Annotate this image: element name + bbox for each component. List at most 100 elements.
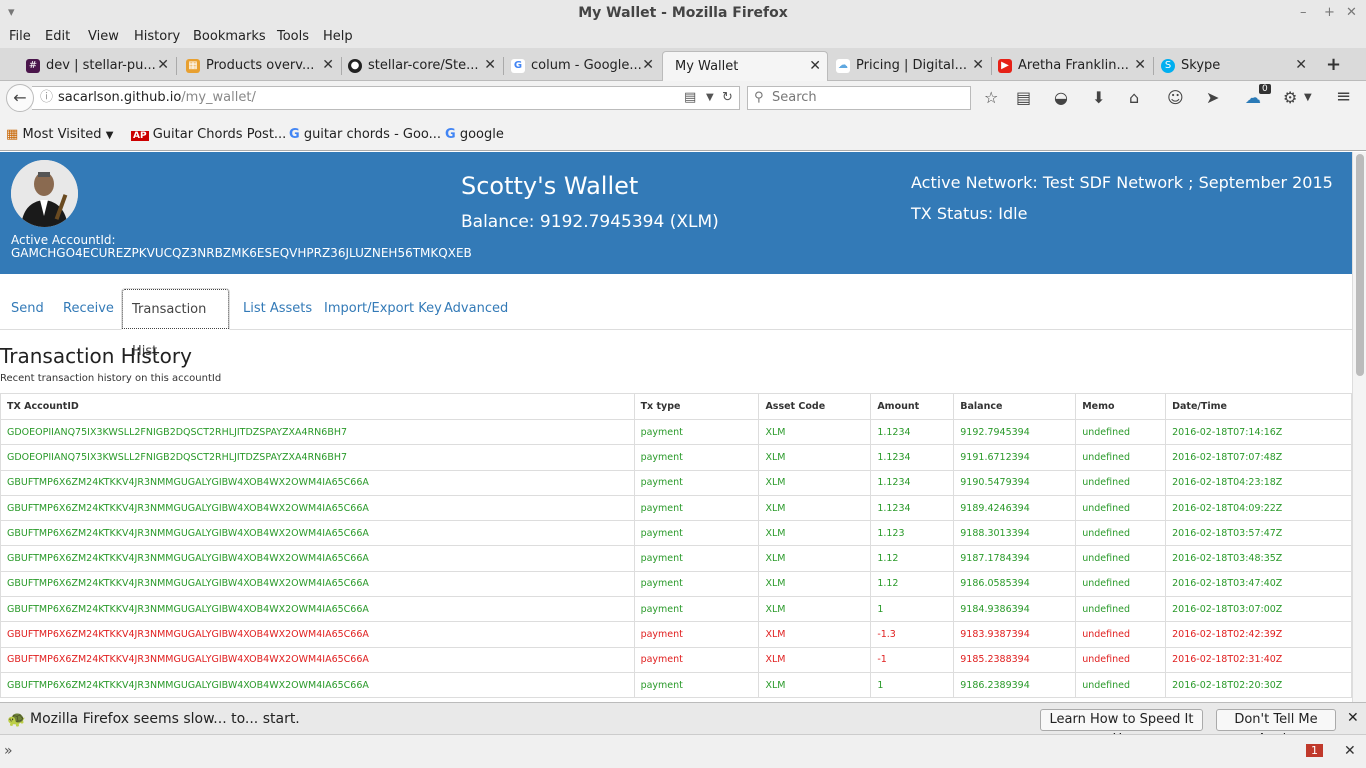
alert-badge[interactable]: 1 xyxy=(1306,744,1323,757)
balance-cell: 9183.9387394 xyxy=(953,621,1077,648)
tab-label: Pricing | Digital... xyxy=(856,58,968,73)
page-scrollbar[interactable] xyxy=(1352,152,1366,702)
browser-tab[interactable]: S Skype ✕ xyxy=(1155,51,1313,81)
date-time-cell: 2016-02-18T04:09:22Z xyxy=(1165,494,1352,522)
window-titlebar: ▾ My Wallet - Mozilla Firefox – + ✕ xyxy=(0,0,1366,26)
back-button[interactable]: ← xyxy=(6,84,34,112)
tab-import-export-key[interactable]: Import/Export Key xyxy=(314,288,452,330)
maximize-icon[interactable]: + xyxy=(1324,0,1335,26)
bookmark-item[interactable]: G google xyxy=(445,127,504,142)
bookmark-item[interactable]: AP Guitar Chords Post... xyxy=(131,127,286,142)
tab-label: stellar-core/Ste... xyxy=(368,58,479,73)
dropdown-icon[interactable]: ▼ xyxy=(706,87,714,109)
tab-list-assets[interactable]: List Assets xyxy=(233,288,322,330)
tab-advanced[interactable]: Advanced xyxy=(434,288,518,330)
browser-tab[interactable]: ▦ Products overv... ✕ xyxy=(180,51,340,81)
notification-bar: 🐢 Mozilla Firefox seems slow... to... st… xyxy=(0,702,1366,747)
close-notification-icon[interactable]: ✕ xyxy=(1347,710,1359,726)
window-menu-icon[interactable]: ▾ xyxy=(8,0,15,26)
tab-close-icon[interactable]: ✕ xyxy=(484,57,496,73)
tab-transaction-hist[interactable]: Transaction Hist xyxy=(121,288,230,359)
browser-tab[interactable]: ▶ Aretha Franklin... ✕ xyxy=(992,51,1152,81)
github-icon: ● xyxy=(348,59,362,73)
tx-account-id-cell: GBUFTMP6X6ZM24KTKKV4JR3NMMGUGALYGIBW4XOB… xyxy=(0,570,635,598)
date-time-cell: 2016-02-18T03:47:40Z xyxy=(1165,570,1352,598)
google-icon: G xyxy=(289,127,300,142)
tx-account-id-cell: GBUFTMP6X6ZM24KTKKV4JR3NMMGUGALYGIBW4XOB… xyxy=(0,621,635,648)
close-window-icon[interactable]: ✕ xyxy=(1346,0,1357,26)
tab-send[interactable]: Send xyxy=(1,288,54,330)
memo-cell: undefined xyxy=(1075,545,1167,572)
balance-cell: 9186.2389394 xyxy=(953,671,1077,699)
tx-status: TX Status: Idle xyxy=(911,204,1028,223)
downloads-icon[interactable]: ⬇ xyxy=(1092,88,1105,107)
browser-tab[interactable]: ☁ Pricing | Digital... ✕ xyxy=(830,51,990,81)
scrollbar-thumb[interactable] xyxy=(1356,154,1364,376)
menu-tools[interactable]: Tools xyxy=(277,29,309,44)
asset-code-cell: XLM xyxy=(758,469,872,496)
search-input[interactable]: ⚲ Search xyxy=(747,86,971,110)
memo-cell: undefined xyxy=(1075,596,1167,623)
url-bar[interactable]: ⓘ sacarlson.github.io/my_wallet/ ▤ ▼ ↻ xyxy=(32,86,740,110)
tx-type-cell: payment xyxy=(633,444,760,471)
menu-bookmarks[interactable]: Bookmarks xyxy=(193,29,266,44)
tx-account-id-cell: GBUFTMP6X6ZM24KTKKV4JR3NMMGUGALYGIBW4XOB… xyxy=(0,469,635,496)
table-header-row: TX AccountID Tx type Asset Code Amount B… xyxy=(0,393,1352,420)
tx-type-cell: payment xyxy=(633,570,760,598)
browser-tab[interactable]: G colum - Google... ✕ xyxy=(505,51,660,81)
tx-type-cell: payment xyxy=(633,418,760,446)
new-tab-icon[interactable]: + xyxy=(1326,54,1341,75)
minimize-icon[interactable]: – xyxy=(1300,0,1307,26)
tx-account-id-cell: GBUFTMP6X6ZM24KTKKV4JR3NMMGUGALYGIBW4XOB… xyxy=(0,596,635,623)
browser-tab[interactable]: ● stellar-core/Ste... ✕ xyxy=(342,51,502,81)
google-icon: G xyxy=(445,127,456,142)
learn-speed-button[interactable]: Learn How to Speed It Up xyxy=(1040,709,1203,747)
amount-cell: 1.12 xyxy=(870,570,955,598)
hamburger-menu-icon[interactable]: ≡ xyxy=(1336,86,1351,107)
google-icon: G xyxy=(511,59,525,73)
bookmark-most-visited[interactable]: ▦ Most Visited ▼ xyxy=(6,127,113,142)
expand-icon[interactable]: » xyxy=(4,743,13,759)
turtle-icon: 🐢 xyxy=(7,710,26,728)
pocket-icon[interactable]: ◒ xyxy=(1054,88,1068,107)
tx-type-cell: payment xyxy=(633,520,760,547)
url-path: /my_wallet/ xyxy=(181,90,256,105)
extension-badge: 0 xyxy=(1259,84,1271,94)
skype-icon: S xyxy=(1161,59,1175,73)
tab-close-icon[interactable]: ✕ xyxy=(1295,57,1307,73)
extension-icon[interactable]: ⚙ xyxy=(1283,88,1297,107)
reader-view-icon[interactable]: ▤ xyxy=(684,87,696,109)
tab-label: dev | stellar-pu... xyxy=(46,58,156,73)
menu-file[interactable]: File xyxy=(9,29,31,44)
tab-close-icon[interactable]: ✕ xyxy=(642,57,654,73)
chat-icon[interactable]: ☺ xyxy=(1167,88,1184,107)
amount-cell: 1 xyxy=(870,596,955,623)
menu-help[interactable]: Help xyxy=(323,29,353,44)
extension-dropdown-icon[interactable]: ▼ xyxy=(1304,92,1312,103)
site-info-icon[interactable]: ⓘ xyxy=(40,87,53,109)
browser-tab[interactable]: # dev | stellar-pu... ✕ xyxy=(20,51,175,81)
bookmarks-menu-icon[interactable]: ▤ xyxy=(1016,88,1031,107)
bookmark-star-icon[interactable]: ☆ xyxy=(984,88,998,107)
browser-tab-active[interactable]: My Wallet ✕ xyxy=(662,51,828,81)
bookmark-item[interactable]: G guitar chords - Goo... xyxy=(289,127,441,142)
menu-history[interactable]: History xyxy=(134,29,180,44)
close-bar-icon[interactable]: ✕ xyxy=(1344,743,1356,759)
home-icon[interactable]: ⌂ xyxy=(1129,88,1139,107)
menu-edit[interactable]: Edit xyxy=(45,29,70,44)
tab-close-icon[interactable]: ✕ xyxy=(1134,57,1146,73)
bookmarks-bar: ▦ Most Visited ▼ AP Guitar Chords Post..… xyxy=(0,117,1366,151)
tab-close-icon[interactable]: ✕ xyxy=(157,57,169,73)
amount-cell: 1.1234 xyxy=(870,469,955,496)
menu-view[interactable]: View xyxy=(88,29,119,44)
tx-account-id-cell: GBUFTMP6X6ZM24KTKKV4JR3NMMGUGALYGIBW4XOB… xyxy=(0,671,635,699)
table-row: GDOEOPIIANQ75IX3KWSLL2FNIGB2DQSCT2RHLJIT… xyxy=(0,444,1352,471)
tab-label: My Wallet xyxy=(675,59,739,74)
tab-close-icon[interactable]: ✕ xyxy=(322,57,334,73)
reload-icon[interactable]: ↻ xyxy=(722,87,733,109)
tab-close-icon[interactable]: ✕ xyxy=(809,58,821,74)
tab-receive[interactable]: Receive xyxy=(53,288,124,330)
dont-tell-again-button[interactable]: Don't Tell Me Again xyxy=(1216,709,1336,747)
tab-close-icon[interactable]: ✕ xyxy=(972,57,984,73)
send-icon[interactable]: ➤ xyxy=(1206,88,1219,107)
